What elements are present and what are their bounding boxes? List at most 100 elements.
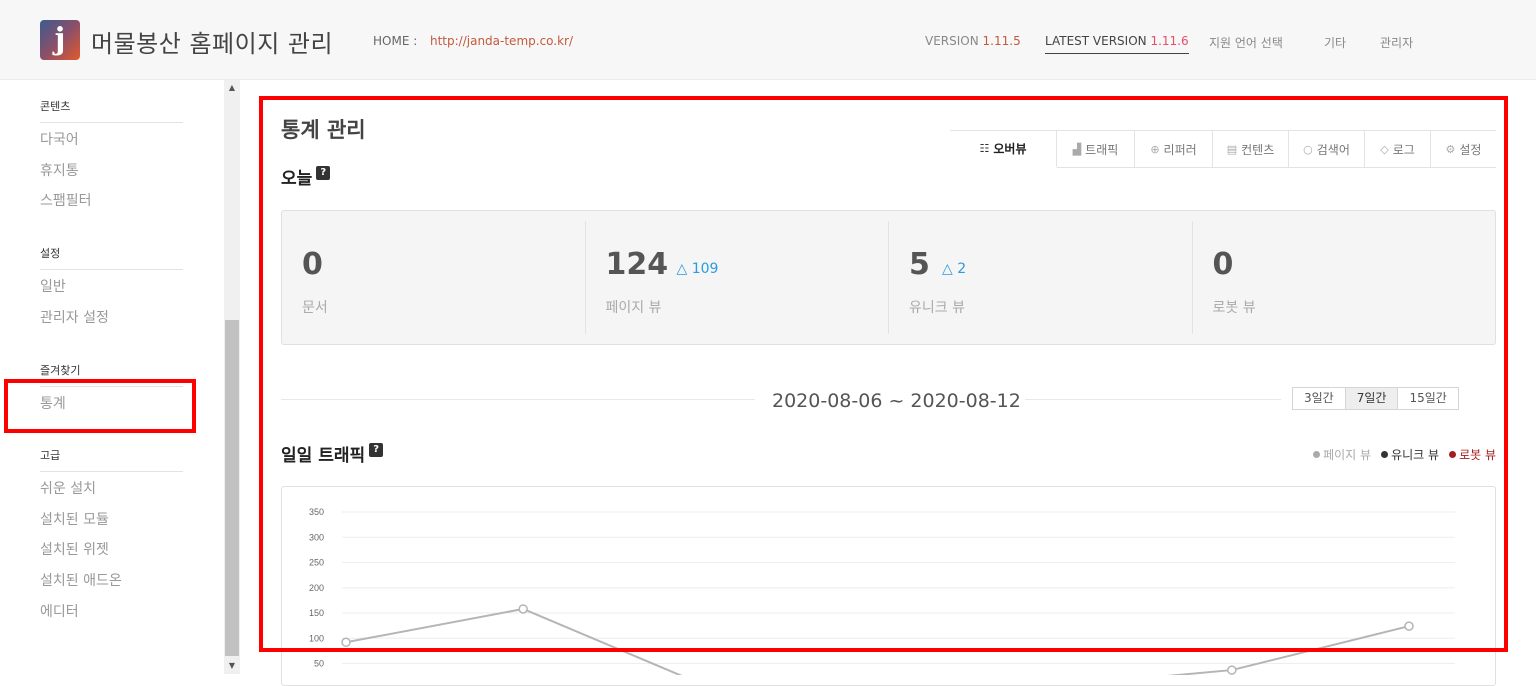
divider <box>281 399 755 400</box>
legend-unique-views[interactable]: 유니크 뷰 <box>1381 446 1439 463</box>
sidebar-item-trash[interactable]: 휴지통 <box>40 160 79 180</box>
sidebar-item-installed-widgets[interactable]: 설치된 위젯 <box>40 539 109 559</box>
latest-version-number: 1.11.6 <box>1150 34 1189 48</box>
range-7days-button[interactable]: 7일간 <box>1345 388 1399 409</box>
range-15days-button[interactable]: 15일간 <box>1398 388 1458 409</box>
sidebar-item-easy-install[interactable]: 쉬운 설치 <box>40 478 96 498</box>
y-tick-label: 50 <box>314 659 324 669</box>
tab-label: 컨텐츠 <box>1241 143 1275 157</box>
home-label: HOME : <box>373 34 418 48</box>
admin-menu-link[interactable]: 관리자 <box>1380 34 1413 51</box>
version-info: VERSION 1.11.5 <box>925 34 1021 48</box>
tab-label: 설정 <box>1459 143 1482 157</box>
stat-value: 0 <box>302 247 323 282</box>
help-icon[interactable]: ? <box>369 443 384 457</box>
delta-up-icon: △ <box>676 261 688 277</box>
legend-label: 로봇 뷰 <box>1459 448 1496 462</box>
legend-dot <box>1381 451 1389 458</box>
today-title-text: 오늘 <box>281 169 313 189</box>
legend-dot <box>1313 451 1321 458</box>
tab-log[interactable]: ◇ 로그 <box>1365 131 1431 168</box>
divider <box>40 269 183 270</box>
stat-label: 로봇 뷰 <box>1212 300 1256 316</box>
data-point[interactable] <box>341 637 351 648</box>
page-title: 통계 관리 <box>281 118 366 142</box>
stat-label: 페이지 뷰 <box>605 300 662 316</box>
delta-value: 2 <box>957 261 967 277</box>
sidebar-scrollbar[interactable]: ▲ ▼ <box>224 80 240 674</box>
language-select-link[interactable]: 지원 언어 선택 <box>1209 34 1283 51</box>
range-3days-button[interactable]: 3일간 <box>1293 388 1346 409</box>
stat-value: 0 <box>1212 247 1234 282</box>
tab-search-terms[interactable]: ○ 검색어 <box>1289 131 1365 168</box>
sidebar-item-installed-modules[interactable]: 설치된 모듈 <box>40 509 109 529</box>
latest-version-label: LATEST VERSION <box>1045 34 1147 48</box>
help-icon[interactable]: ? <box>316 166 331 180</box>
scroll-down-arrow-icon[interactable]: ▼ <box>224 658 240 674</box>
document-icon: ▤ <box>1226 143 1238 156</box>
divider <box>40 386 183 387</box>
sidebar-item-multilingual[interactable]: 다국어 <box>40 129 79 149</box>
stat-delta: △ 109 <box>677 261 719 277</box>
sidebar-item-general[interactable]: 일반 <box>40 276 66 296</box>
sidebar-section-advanced: 고급 <box>40 449 61 462</box>
version-label: VERSION <box>925 34 979 48</box>
data-point[interactable] <box>518 604 528 614</box>
home-url-link[interactable]: http://janda-temp.co.kr/ <box>430 34 573 48</box>
legend-label: 페이지 뷰 <box>1323 448 1372 462</box>
series-line <box>345 607 1410 675</box>
daily-title-text: 일일 트래픽 <box>281 446 366 466</box>
y-tick-label: 350 <box>309 507 324 517</box>
stat-label: 문서 <box>302 300 328 316</box>
etc-menu-link[interactable]: 기타 <box>1324 34 1346 51</box>
globe-icon: ⊕ <box>1150 143 1160 156</box>
stat-value: 124 <box>605 247 669 282</box>
divider <box>40 122 183 123</box>
range-button-group: 3일간 7일간 15일간 <box>1292 387 1459 410</box>
stat-label: 유니크 뷰 <box>909 300 965 316</box>
stat-robot-views: 0 로봇 뷰 <box>1193 221 1496 334</box>
scroll-up-arrow-icon[interactable]: ▲ <box>224 80 240 96</box>
legend-page-views[interactable]: 페이지 뷰 <box>1313 446 1371 463</box>
chart-svg: 350 300 250 200 150 100 50 <box>309 507 1455 675</box>
stat-documents: 0 문서 <box>282 221 586 334</box>
data-point[interactable] <box>1404 621 1414 631</box>
overview-icon: ☷ <box>979 142 990 155</box>
top-header: j 머물봉산 홈페이지 관리 HOME : http://janda-temp.… <box>0 0 1536 80</box>
chart-legend: 페이지 뷰 유니크 뷰 로봇 뷰 <box>1313 446 1496 463</box>
delta-value: 109 <box>691 261 719 277</box>
y-tick-label: 200 <box>309 583 324 593</box>
sidebar-item-admin-settings[interactable]: 관리자 설정 <box>40 307 109 327</box>
today-section-title: 오늘? <box>281 164 331 189</box>
tab-overview[interactable]: ☷ 오버뷰 <box>950 131 1057 168</box>
sidebar-item-installed-addons[interactable]: 설치된 애드온 <box>40 570 122 590</box>
today-stats-panel: 0 문서 124 △ 109 페이지 뷰 5 △ 2 유니크 뷰 0 로봇 뷰 <box>281 210 1496 345</box>
tab-traffic[interactable]: ▟ 트래픽 <box>1057 131 1135 168</box>
legend-label: 유니크 뷰 <box>1391 448 1440 462</box>
tab-label: 트래픽 <box>1085 143 1119 157</box>
logo-icon[interactable]: j <box>40 20 80 60</box>
stats-tabs: ☷ 오버뷰 ▟ 트래픽 ⊕ 리퍼러 ▤ 컨텐츠 ○ 검색어 ◇ 로그 ⚙ 설정 <box>950 130 1496 168</box>
tab-contents[interactable]: ▤ 컨텐츠 <box>1213 131 1289 168</box>
latest-version-link[interactable]: LATEST VERSION 1.11.6 <box>1045 34 1189 54</box>
divider <box>40 471 183 472</box>
stat-value: 5 <box>909 247 930 282</box>
legend-dot <box>1449 451 1457 458</box>
scroll-thumb[interactable] <box>225 320 239 656</box>
sidebar-section-settings: 설정 <box>40 247 61 260</box>
stat-delta: △ 2 <box>942 261 966 277</box>
tab-label: 오버뷰 <box>993 142 1027 156</box>
sidebar-item-spamfilter[interactable]: 스팸필터 <box>40 190 92 210</box>
tab-referrer[interactable]: ⊕ 리퍼러 <box>1135 131 1213 168</box>
data-point[interactable] <box>1227 665 1237 675</box>
site-title[interactable]: 머물봉산 홈페이지 관리 <box>91 24 333 59</box>
sidebar-item-editor[interactable]: 에디터 <box>40 601 79 621</box>
legend-robot-views[interactable]: 로봇 뷰 <box>1449 446 1496 463</box>
tab-settings[interactable]: ⚙ 설정 <box>1431 131 1496 168</box>
sidebar: 콘텐츠 다국어 휴지통 스팸필터 설정 일반 관리자 설정 즐겨찾기 통계 고급… <box>0 80 224 674</box>
y-tick-label: 250 <box>309 558 324 568</box>
sidebar-item-statistics[interactable]: 통계 <box>40 393 66 413</box>
daily-traffic-title: 일일 트래픽? <box>281 441 384 466</box>
sidebar-section-contents: 콘텐츠 <box>40 100 71 113</box>
delta-up-icon: △ <box>942 261 953 277</box>
